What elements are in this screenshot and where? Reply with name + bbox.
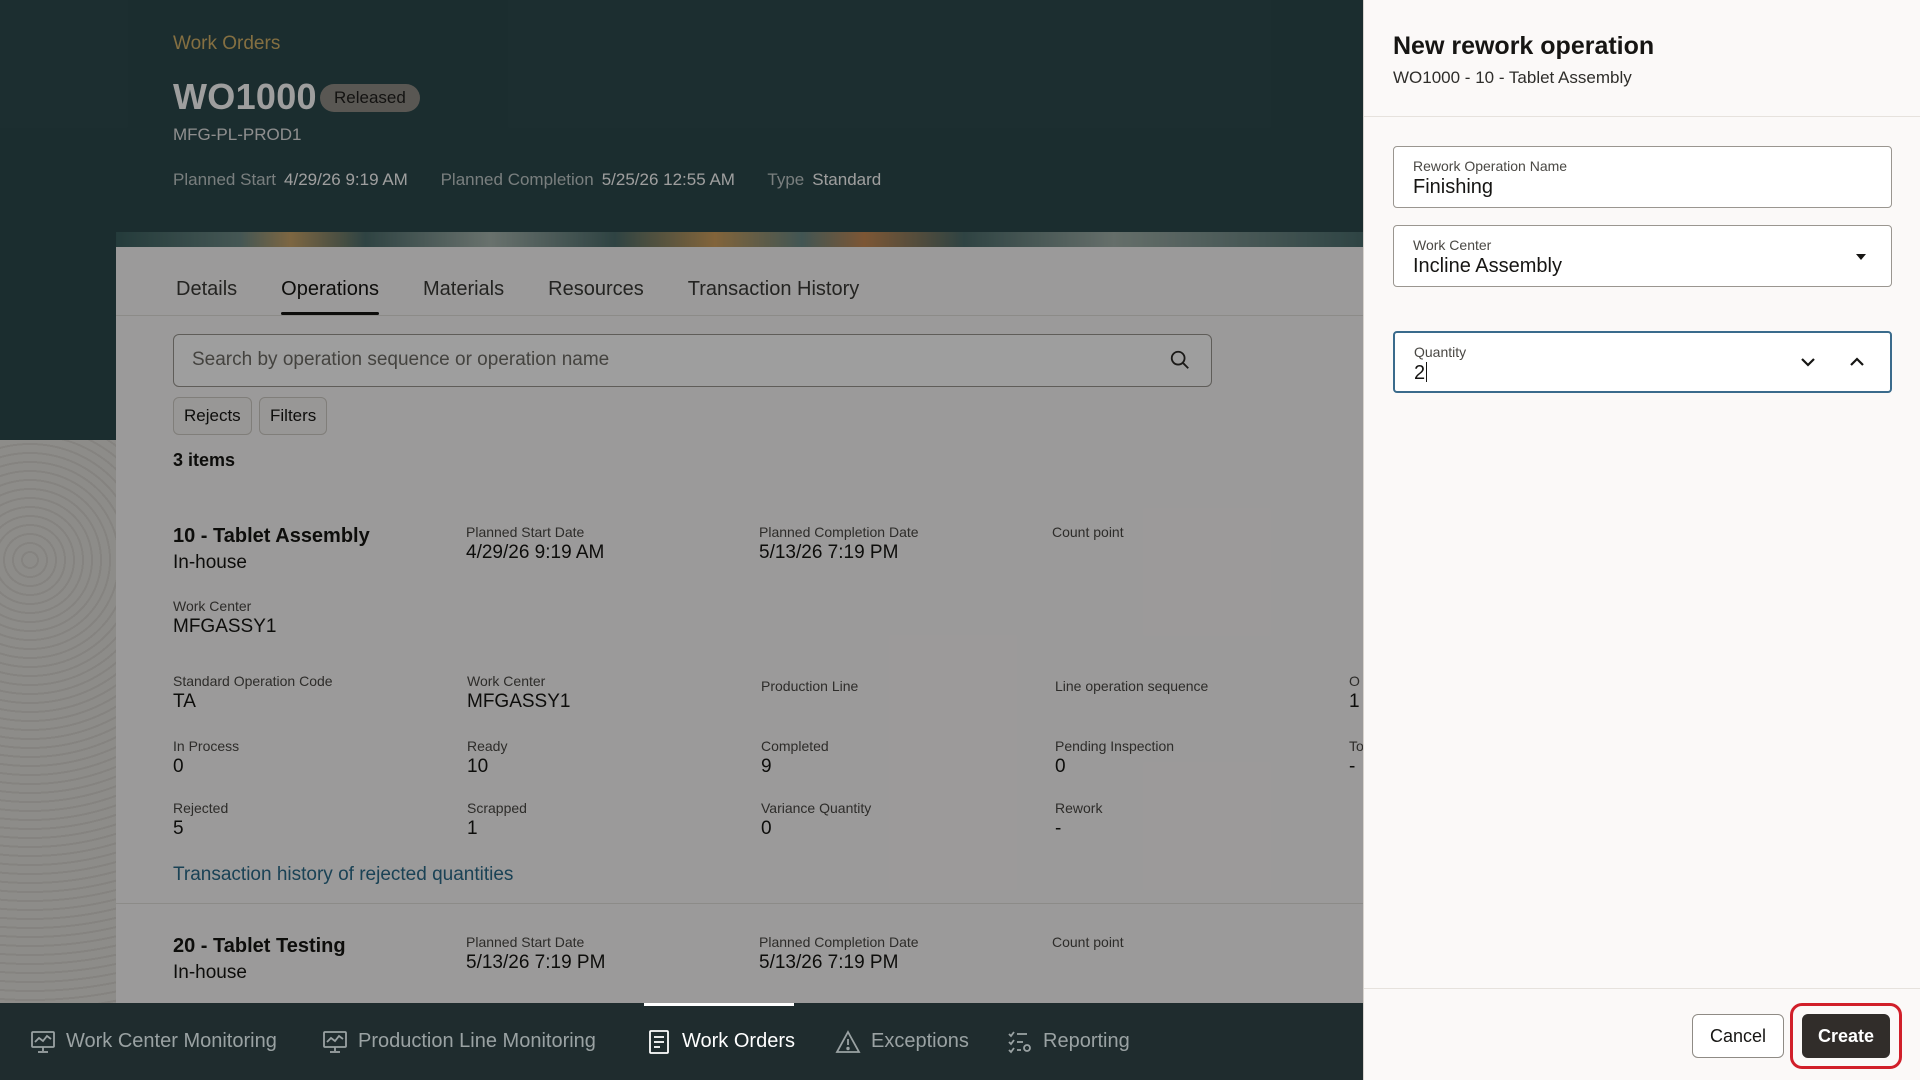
warning-icon xyxy=(835,1029,861,1053)
field-value[interactable]: Incline Assembly xyxy=(1413,255,1562,278)
rework-operation-name-field[interactable]: Rework Operation Name Finishing xyxy=(1393,146,1892,208)
drawer-subtitle: WO1000 - 10 - Tablet Assembly xyxy=(1393,68,1632,87)
report-list-icon xyxy=(1008,1030,1031,1053)
nav-exceptions[interactable]: Exceptions xyxy=(835,1003,969,1080)
nav-reporting[interactable]: Reporting xyxy=(1007,1003,1130,1080)
chevron-up-icon[interactable] xyxy=(1847,352,1867,372)
nav-work-center-monitoring[interactable]: Work Center Monitoring xyxy=(30,1003,277,1080)
field-label: Quantity xyxy=(1414,344,1467,360)
field-label: Rework Operation Name xyxy=(1413,158,1568,174)
cancel-button[interactable]: Cancel xyxy=(1692,1014,1784,1058)
nav-label: Exceptions xyxy=(871,1030,969,1052)
drawer-header-divider xyxy=(1364,116,1920,117)
drawer-footer-divider xyxy=(1364,988,1920,989)
nav-production-line-monitoring[interactable]: Production Line Monitoring xyxy=(322,1003,596,1080)
nav-label: Work Center Monitoring xyxy=(66,1030,277,1052)
field-value[interactable]: Finishing xyxy=(1413,176,1493,199)
monitor-icon xyxy=(31,1030,55,1053)
text-cursor xyxy=(1426,362,1428,382)
bottom-navigation: Work Center Monitoring Production Line M… xyxy=(0,1003,1363,1080)
quantity-input[interactable]: 2 xyxy=(1414,362,1428,385)
nav-work-orders[interactable]: Work Orders xyxy=(646,1003,795,1080)
create-button[interactable]: Create xyxy=(1802,1014,1890,1058)
dropdown-caret-icon[interactable] xyxy=(1851,247,1871,267)
quantity-value: 2 xyxy=(1414,362,1426,384)
monitor-icon xyxy=(323,1030,347,1053)
chevron-down-icon[interactable] xyxy=(1798,352,1818,372)
work-center-select[interactable]: Work Center Incline Assembly xyxy=(1393,225,1892,287)
nav-label: Production Line Monitoring xyxy=(358,1030,596,1052)
drawer-title: New rework operation xyxy=(1393,32,1655,60)
rework-operation-drawer: New rework operation WO1000 - 10 - Table… xyxy=(1363,0,1920,1080)
document-icon xyxy=(649,1029,669,1054)
field-label: Work Center xyxy=(1413,237,1492,253)
quantity-stepper[interactable]: Quantity 2 xyxy=(1393,331,1892,393)
main-page: Work Orders WO1000 Released MFG-PL-PROD1… xyxy=(0,0,1363,1080)
nav-label: Work Orders xyxy=(682,1030,795,1052)
nav-label: Reporting xyxy=(1043,1030,1130,1052)
modal-scrim[interactable] xyxy=(0,0,1363,1003)
